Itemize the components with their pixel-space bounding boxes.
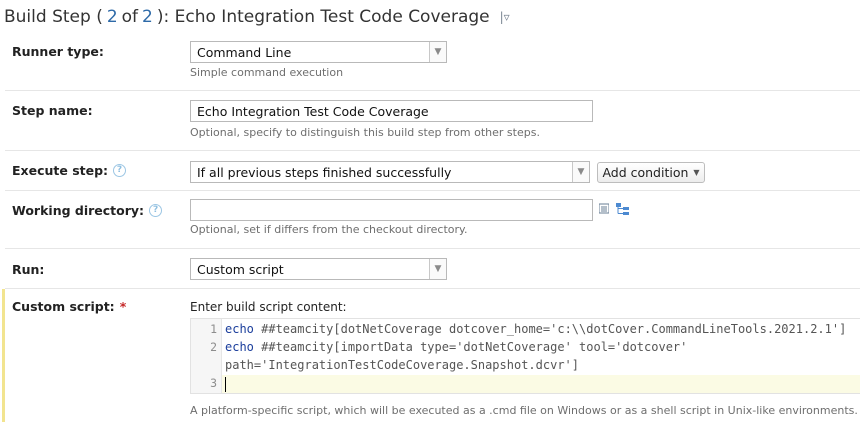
required-mark: * xyxy=(119,299,127,314)
add-condition-label: Add condition xyxy=(602,165,689,180)
divider xyxy=(5,288,860,289)
title-menu-icon[interactable]: |▿ xyxy=(500,10,510,24)
working-directory-label-text: Working directory: xyxy=(12,203,145,218)
help-icon[interactable]: ? xyxy=(149,204,163,217)
divider xyxy=(5,190,860,191)
code-line: echo ##teamcity[importData type='dotNetC… xyxy=(225,338,687,356)
code-args: ##teamcity[importData type='dotNetCovera… xyxy=(253,340,688,354)
chevron-down-icon[interactable]: ▼ xyxy=(429,42,446,62)
script-editor[interactable]: 1 2 3 echo ##teamcity[dotNetCoverage dot… xyxy=(190,318,860,394)
code-args: path='IntegrationTestCodeCoverage.Snapsh… xyxy=(225,358,580,372)
editor-caption: Enter build script content: xyxy=(190,300,347,314)
step-total-link[interactable]: 2 xyxy=(142,7,153,27)
line-number: 3 xyxy=(210,376,217,390)
run-label: Run: xyxy=(12,262,44,277)
divider xyxy=(5,150,860,151)
list-icon[interactable] xyxy=(598,203,610,217)
active-line-highlight xyxy=(222,375,860,393)
runner-type-label-text: Runner type: xyxy=(12,44,104,59)
step-name-value: Echo Integration Test Code Coverage xyxy=(197,103,429,119)
code-line: echo ##teamcity[dotNetCoverage dotcover_… xyxy=(225,320,846,338)
custom-script-label: Custom script: * xyxy=(12,299,126,314)
runner-type-value: Command Line xyxy=(197,44,292,60)
code-args: ##teamcity[dotNetCoverage dotcover_home=… xyxy=(253,322,847,336)
required-field-indicator xyxy=(2,289,5,422)
text-cursor xyxy=(225,377,226,392)
chevron-down-icon: ▼ xyxy=(693,168,700,177)
page-title: Build Step (2 of 2): Echo Integration Te… xyxy=(4,4,510,30)
help-icon[interactable]: ? xyxy=(113,164,127,177)
chevron-down-icon[interactable]: ▼ xyxy=(572,162,589,182)
step-name-input[interactable]: Echo Integration Test Code Coverage xyxy=(190,100,593,122)
step-name-label-text: Step name: xyxy=(12,103,93,118)
title-of: of xyxy=(121,7,139,27)
run-select[interactable]: Custom script ▼ xyxy=(190,258,447,280)
working-directory-label: Working directory: ? xyxy=(12,203,163,218)
runner-type-hint: Simple command execution xyxy=(190,66,344,79)
chevron-down-icon[interactable]: ▼ xyxy=(429,259,446,279)
execute-step-label-text: Execute step: xyxy=(12,163,109,178)
run-value: Custom script xyxy=(197,261,284,277)
divider xyxy=(5,90,860,91)
divider xyxy=(5,248,860,249)
step-current-link[interactable]: 2 xyxy=(107,7,118,27)
line-number: 2 xyxy=(210,340,217,354)
step-name-hint: Optional, specify to distinguish this bu… xyxy=(190,126,540,139)
line-number: 1 xyxy=(210,322,217,336)
code-line: path='IntegrationTestCodeCoverage.Snapsh… xyxy=(225,356,579,374)
execute-step-value: If all previous steps finished successfu… xyxy=(197,164,452,180)
custom-script-label-text: Custom script: xyxy=(12,299,115,314)
step-name-label: Step name: xyxy=(12,103,93,118)
working-directory-input[interactable] xyxy=(190,199,593,221)
execute-step-label: Execute step: ? xyxy=(12,163,127,178)
title-suffix: ): Echo Integration Test Code Coverage xyxy=(156,7,490,27)
execute-step-select[interactable]: If all previous steps finished successfu… xyxy=(190,161,590,183)
runner-type-label: Runner type: xyxy=(12,44,104,59)
runner-type-select[interactable]: Command Line ▼ xyxy=(190,41,447,63)
add-condition-button[interactable]: Add condition ▼ xyxy=(597,162,705,183)
working-directory-hint: Optional, set if differs from the checko… xyxy=(190,223,468,236)
directory-tree-icon[interactable] xyxy=(616,203,630,219)
title-prefix: Build Step ( xyxy=(4,7,103,27)
custom-script-hint: A platform-specific script, which will b… xyxy=(190,404,858,417)
code-command: echo xyxy=(225,322,254,336)
run-label-text: Run: xyxy=(12,262,45,277)
code-command: echo xyxy=(225,340,254,354)
